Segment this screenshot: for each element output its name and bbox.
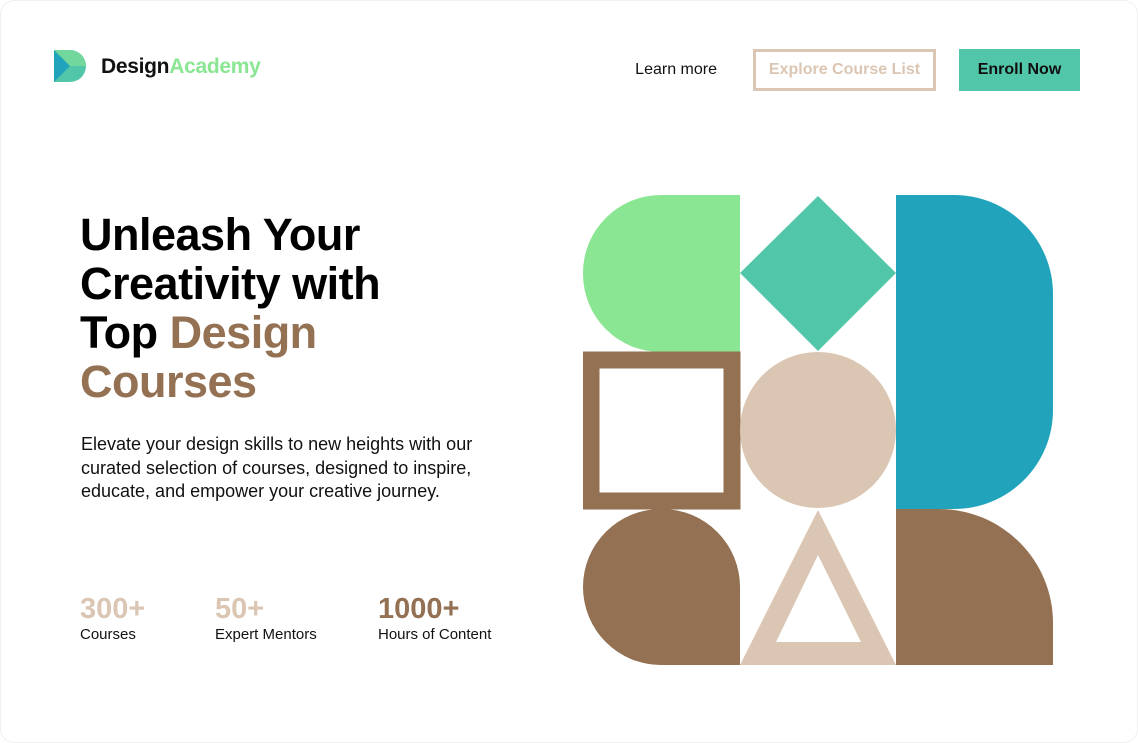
top-nav: Learn more Explore Course List Enroll No… — [635, 49, 1080, 91]
hero-title-line2: Creativity with — [80, 258, 381, 309]
brown-square-frame — [583, 351, 741, 510]
stat-courses: 300+ Courses — [80, 592, 145, 644]
brand-logo[interactable]: DesignAcademy — [54, 50, 261, 82]
brown-rounded-shape — [583, 509, 740, 665]
hero-title-highlight-courses: Courses — [80, 356, 257, 407]
geometric-artwork — [583, 195, 1053, 665]
hero-title-line1: Unleash Your — [80, 209, 360, 260]
stat-hours: 1000+ Hours of Content — [378, 592, 491, 644]
logo-d-icon — [54, 50, 86, 82]
green-rounded-shape — [583, 195, 740, 352]
brown-quarter-shape — [896, 509, 1053, 665]
stat-label: Hours of Content — [378, 626, 492, 643]
hero-description: Elevate your design skills to new height… — [81, 434, 473, 501]
hero-title: Unleash Your Creativity with Top Design … — [80, 210, 540, 406]
brand-name-part2: Academy — [169, 54, 261, 78]
beige-triangle — [740, 510, 896, 665]
teal-diamond — [740, 196, 896, 351]
explore-course-list-button[interactable]: Explore Course List — [753, 49, 936, 91]
hero-title-line3: Top — [80, 307, 170, 358]
stat-label: Expert Mentors — [215, 626, 317, 643]
blue-d-shape — [896, 195, 1053, 509]
beige-circle — [740, 352, 896, 508]
enroll-now-button[interactable]: Enroll Now — [959, 49, 1080, 91]
brand-name: DesignAcademy — [101, 56, 261, 77]
stat-label: Courses — [80, 626, 136, 643]
stat-value: 300+ — [80, 593, 146, 625]
stat-value: 50+ — [215, 593, 265, 625]
stat-value: 1000+ — [378, 593, 460, 625]
stat-mentors: 50+ Expert Mentors — [215, 592, 317, 644]
learn-more-link[interactable]: Learn more — [635, 61, 717, 79]
brand-name-part1: Design — [101, 54, 170, 78]
hero-title-highlight-design: Design — [169, 307, 318, 358]
